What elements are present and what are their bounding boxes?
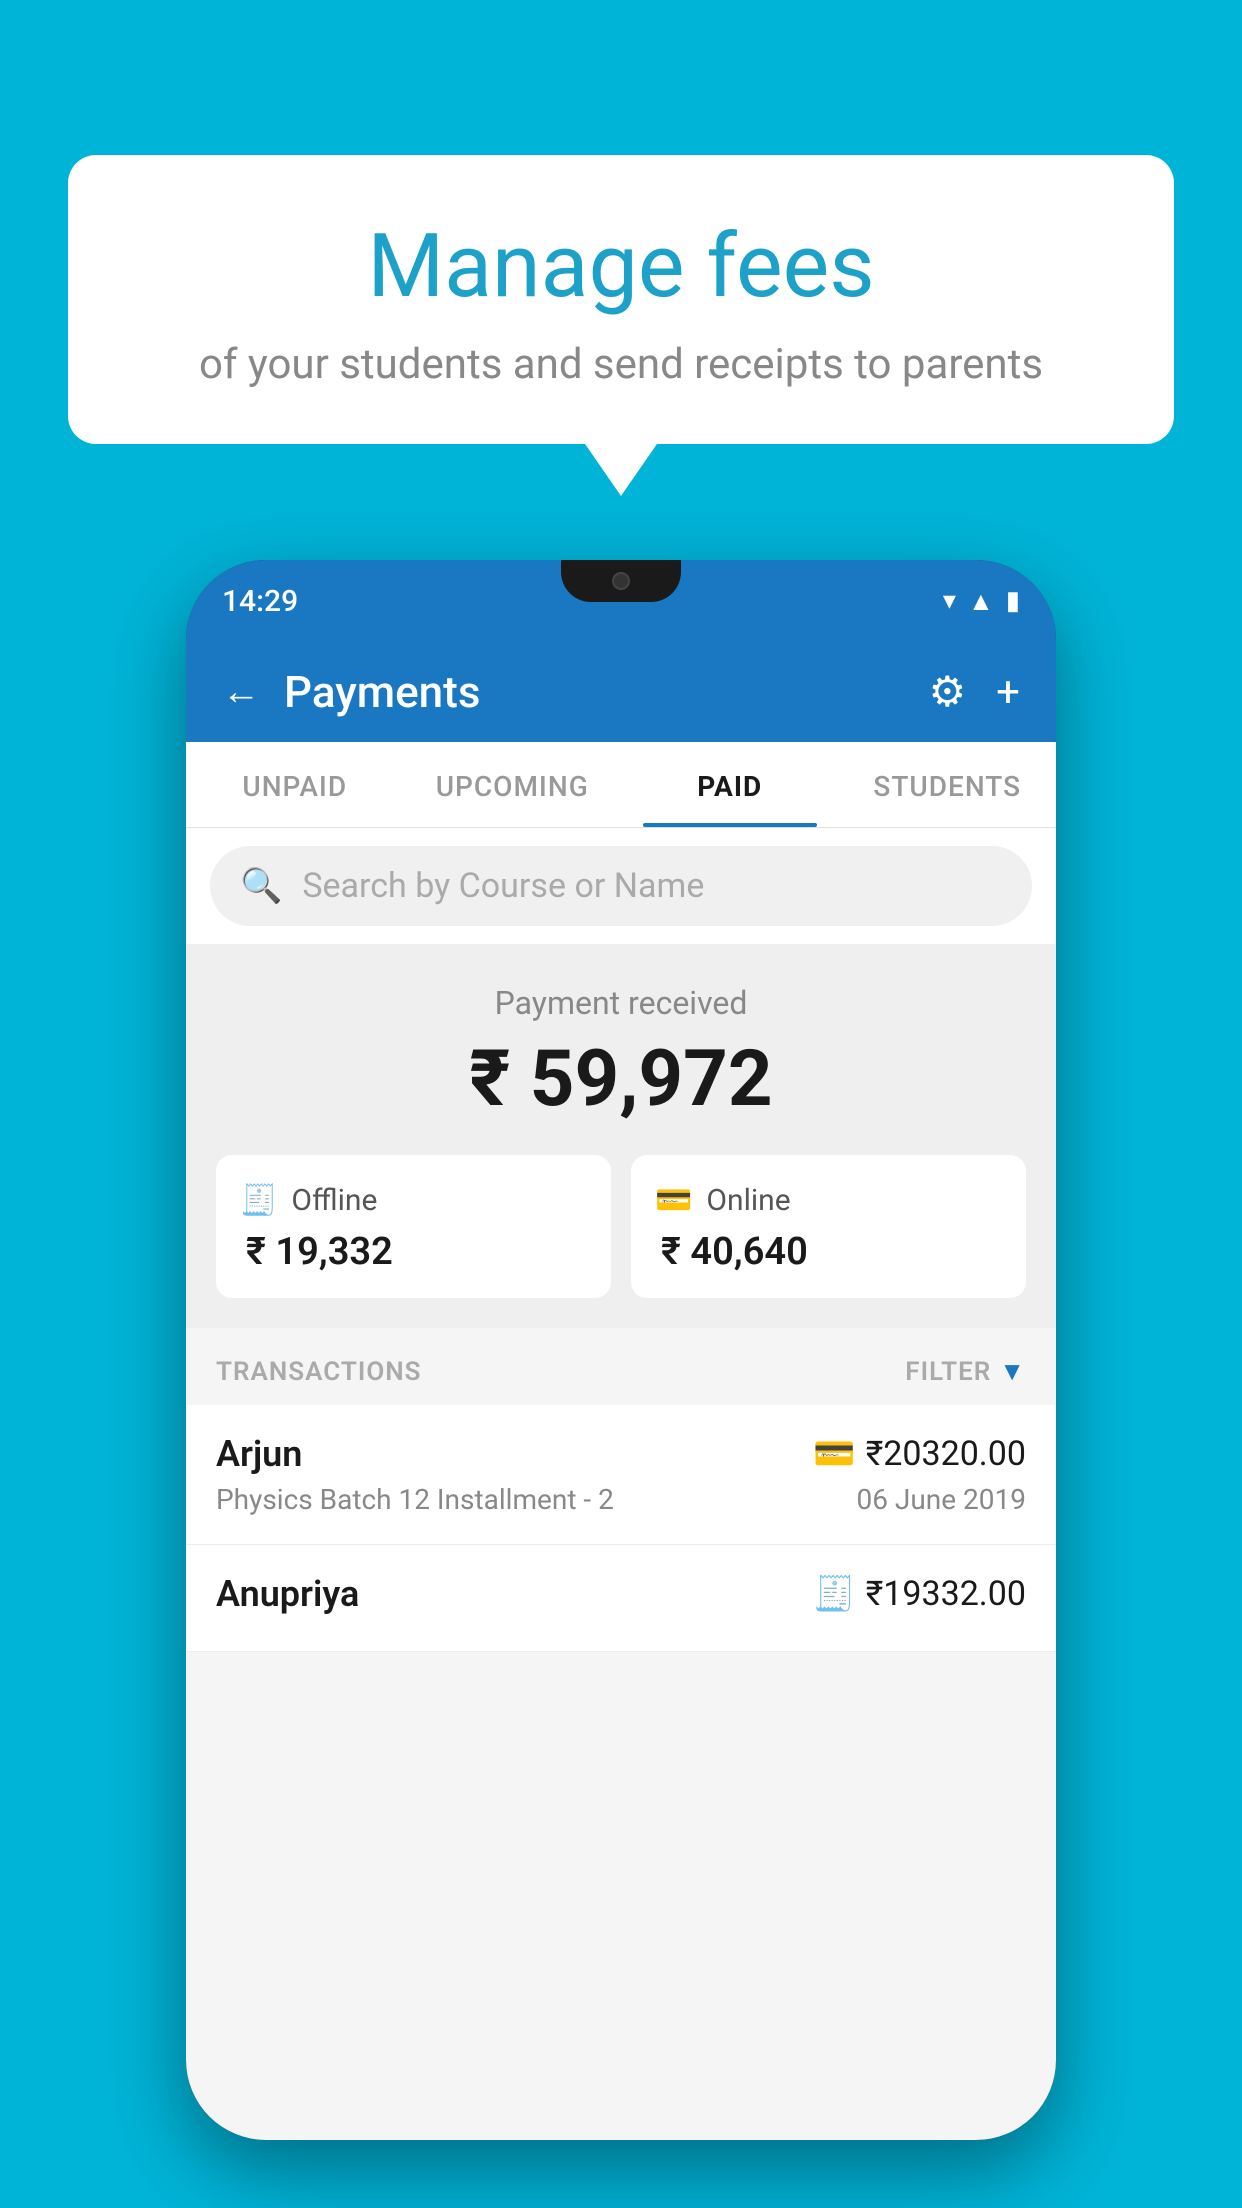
header-title: Payments — [284, 666, 480, 718]
online-card: 💳 Online ₹ 40,640 — [631, 1155, 1026, 1298]
transaction-desc-1: Physics Batch 12 Installment - 2 — [216, 1483, 614, 1516]
battery-icon: ▮ — [1006, 586, 1020, 616]
search-bar[interactable]: 🔍 Search by Course or Name — [210, 846, 1032, 926]
transaction-row-2[interactable]: Anupriya 🧾 ₹19332.00 — [186, 1545, 1056, 1652]
transaction-name-2: Anupriya — [216, 1573, 359, 1615]
offline-icon: 🧾 — [240, 1183, 277, 1218]
online-card-header: 💳 Online — [655, 1183, 791, 1218]
status-time: 14:29 — [222, 584, 298, 619]
offline-card-header: 🧾 Offline — [240, 1183, 377, 1218]
transaction-amount-1: 💳 ₹20320.00 — [813, 1434, 1026, 1474]
payment-received-section: Payment received ₹ 59,972 🧾 Offline ₹ 19… — [186, 944, 1056, 1328]
offline-amount: ₹ 19,332 — [240, 1230, 393, 1274]
transaction-name-1: Arjun — [216, 1433, 302, 1475]
phone-frame: 14:29 ▾ ▲ ▮ ← Payments ⚙ + UNPAID UPCOMI… — [186, 560, 1056, 2140]
search-container: 🔍 Search by Course or Name — [186, 828, 1056, 944]
search-icon: 🔍 — [240, 866, 282, 906]
online-pay-icon: 💳 — [813, 1434, 855, 1474]
filter-icon: ▼ — [999, 1356, 1026, 1387]
notch — [561, 560, 681, 602]
gear-icon[interactable]: ⚙ — [929, 667, 967, 717]
tab-unpaid[interactable]: UNPAID — [186, 742, 404, 827]
filter-text: FILTER — [905, 1357, 991, 1387]
signal-icon: ▲ — [968, 586, 994, 617]
speech-bubble: Manage fees of your students and send re… — [68, 155, 1174, 444]
status-icons: ▾ ▲ ▮ — [943, 586, 1020, 617]
tab-students[interactable]: STUDENTS — [839, 742, 1057, 827]
transactions-label: TRANSACTIONS — [216, 1357, 422, 1387]
transaction-date-1: 06 June 2019 — [856, 1483, 1026, 1516]
header-right: ⚙ + — [929, 667, 1021, 717]
camera — [612, 572, 630, 590]
transaction-row[interactable]: Arjun 💳 ₹20320.00 Physics Batch 12 Insta… — [186, 1405, 1056, 1545]
bubble-title: Manage fees — [148, 215, 1094, 318]
online-amount: ₹ 40,640 — [655, 1230, 808, 1274]
online-icon: 💳 — [655, 1183, 692, 1218]
payment-cards: 🧾 Offline ₹ 19,332 💳 Online ₹ 40,640 — [216, 1155, 1026, 1298]
offline-pay-icon: 🧾 — [813, 1574, 855, 1614]
transaction-amount-2: 🧾 ₹19332.00 — [813, 1574, 1026, 1614]
search-placeholder: Search by Course or Name — [302, 866, 704, 906]
payment-received-label: Payment received — [216, 984, 1026, 1022]
tabs-bar: UNPAID UPCOMING PAID STUDENTS — [186, 742, 1056, 828]
app-header: ← Payments ⚙ + — [186, 642, 1056, 742]
tab-upcoming[interactable]: UPCOMING — [404, 742, 622, 827]
offline-label: Offline — [291, 1183, 377, 1218]
online-label: Online — [706, 1183, 790, 1218]
status-bar: 14:29 ▾ ▲ ▮ — [186, 560, 1056, 642]
transactions-header: TRANSACTIONS FILTER ▼ — [186, 1328, 1056, 1405]
transaction-bottom-1: Physics Batch 12 Installment - 2 06 June… — [216, 1483, 1026, 1516]
offline-card: 🧾 Offline ₹ 19,332 — [216, 1155, 611, 1298]
tab-paid[interactable]: PAID — [621, 742, 839, 827]
plus-icon[interactable]: + — [996, 668, 1020, 717]
filter-button[interactable]: FILTER ▼ — [905, 1356, 1026, 1387]
payment-received-amount: ₹ 59,972 — [216, 1034, 1026, 1125]
app-screen: ← Payments ⚙ + UNPAID UPCOMING PAID STUD… — [186, 642, 1056, 2140]
back-button[interactable]: ← — [222, 670, 260, 714]
wifi-icon: ▾ — [943, 586, 956, 616]
transaction-top-1: Arjun 💳 ₹20320.00 — [216, 1433, 1026, 1475]
header-left: ← Payments — [222, 666, 480, 718]
bubble-subtitle: of your students and send receipts to pa… — [148, 340, 1094, 389]
transaction-top-2: Anupriya 🧾 ₹19332.00 — [216, 1573, 1026, 1615]
